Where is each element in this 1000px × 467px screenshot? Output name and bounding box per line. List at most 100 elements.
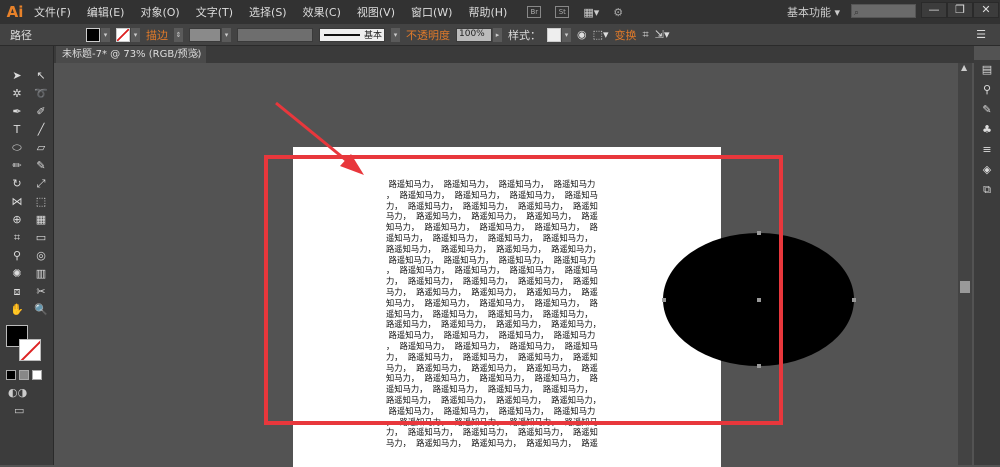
color-guide-icon[interactable]: ⚲ [974, 80, 1000, 100]
screen-mode-icon[interactable]: ▭ [14, 404, 24, 417]
panel-menu-icon[interactable]: ☰ [976, 28, 986, 41]
curvature-tool-icon[interactable]: ✐ [30, 104, 52, 120]
draw-mode-icon[interactable]: ◐◑ [8, 386, 27, 399]
shape-builder-tool-icon[interactable]: ⊕ [6, 212, 28, 228]
stroke-color-box[interactable] [19, 339, 41, 361]
arrange-documents-icon[interactable]: ▦▾ [583, 6, 599, 19]
gpu-performance-icon[interactable]: ⚙ [613, 6, 623, 19]
symbols-icon[interactable]: ♣ [974, 120, 1000, 140]
graph-tool-icon[interactable]: ▥ [30, 266, 52, 282]
brush-definition[interactable]: 基本 [319, 27, 385, 42]
color-panel-icon[interactable]: ▤ [974, 60, 1000, 80]
recolor-artwork-icon[interactable]: ◉ [577, 28, 587, 41]
stock-icon[interactable]: St [555, 5, 570, 18]
menu-item[interactable]: 文字(T) [196, 4, 233, 20]
scale-tool-icon[interactable]: ⤢ [30, 176, 52, 192]
options-icon[interactable]: ⇲▾ [655, 28, 670, 41]
type-tool-icon[interactable]: T [6, 122, 28, 138]
menu-item[interactable]: 对象(O) [140, 4, 179, 20]
anchor-point[interactable] [852, 298, 856, 302]
brush-dropdown[interactable]: ▾ [391, 27, 400, 42]
pencil-tool-icon[interactable]: ✎ [30, 158, 52, 174]
rotate-tool-icon[interactable]: ↻ [6, 176, 28, 192]
scroll-thumb[interactable] [960, 281, 970, 293]
opacity-expand[interactable]: ▸ [493, 27, 502, 42]
artboards-icon[interactable]: ⧉ [974, 180, 1000, 200]
align-icon[interactable]: ⬚▾ [593, 28, 609, 41]
transform-label[interactable]: 变换 [615, 27, 637, 43]
brush-style-label: 基本 [364, 31, 383, 41]
variable-width-profile[interactable] [237, 27, 313, 42]
search-icon: ⌕ [854, 8, 860, 18]
direct-selection-tool-icon[interactable]: ↖ [30, 68, 52, 84]
gradient-tool-icon[interactable]: ▭ [30, 230, 52, 246]
menu-bar: Ai 文件(F) 编辑(E) 对象(O) 文字(T) 选择(S) 效果(C) 视图(V) 窗口… [0, 0, 1000, 24]
minimize-button[interactable]: — [921, 2, 947, 18]
menu-item[interactable]: 编辑(E) [87, 4, 125, 20]
gradient-mode-icon[interactable] [19, 370, 29, 380]
layers-icon[interactable]: ◈ [974, 160, 1000, 180]
magic-wand-tool-icon[interactable]: ✲ [6, 86, 28, 102]
vertical-scrollbar[interactable]: ▲ [958, 63, 972, 465]
brushes-icon[interactable]: ✎ [974, 100, 1000, 120]
stroke-swatch[interactable] [116, 27, 130, 42]
document-tab-bar: 未标题-7* @ 73% (RGB/预览) × [54, 46, 974, 63]
highlight-rectangle [264, 155, 783, 425]
lasso-tool-icon[interactable]: ➰ [30, 86, 52, 102]
stroke-weight-input[interactable] [189, 27, 221, 42]
close-tab-icon[interactable]: × [192, 46, 200, 63]
stroke-weight-dropdown[interactable]: ▾ [222, 27, 231, 42]
main-menu: 文件(F) 编辑(E) 对象(O) 文字(T) 选择(S) 效果(C) 视图(V) 窗口(W)… [34, 4, 507, 20]
color-mode-icon[interactable] [6, 370, 16, 380]
style-dropdown[interactable]: ▾ [562, 27, 571, 42]
menu-item[interactable]: 选择(S) [249, 4, 287, 20]
restore-button[interactable]: ❐ [947, 2, 973, 18]
fill-dropdown[interactable]: ▾ [101, 27, 110, 42]
document-tab[interactable]: 未标题-7* @ 73% (RGB/预览) × [56, 46, 206, 63]
workspace-switcher[interactable]: 基本功能 ▾ [787, 4, 840, 20]
document-tab-title: 未标题-7* @ 73% (RGB/预览) [62, 49, 202, 60]
stroke-dropdown[interactable]: ▾ [131, 27, 140, 42]
control-bar: 路径 ▾ ▾ 描边 ⇕ ▾ 基本 ▾ 不透明度 100% ▸ 样式： ▾ ◉ ⬚▾ … [0, 24, 1000, 46]
zoom-tool-icon[interactable]: 🔍 [30, 302, 52, 318]
menu-item[interactable]: 窗口(W) [411, 4, 452, 20]
slice-tool-icon[interactable]: ✂ [30, 284, 52, 300]
free-transform-tool-icon[interactable]: ⬚ [30, 194, 52, 210]
eyedropper-tool-icon[interactable]: ⚲ [6, 248, 28, 264]
fill-swatch[interactable] [86, 27, 100, 42]
menu-item[interactable]: 视图(V) [357, 4, 395, 20]
menu-item[interactable]: 效果(C) [303, 4, 341, 20]
eraser-tool-icon[interactable]: ▱ [30, 140, 52, 156]
workspace-label: 基本功能 [787, 6, 831, 19]
stroke-panel-icon[interactable]: ≡ [974, 140, 1000, 160]
opacity-input[interactable]: 100% [456, 27, 492, 42]
stroke-label[interactable]: 描边 [146, 27, 168, 43]
width-tool-icon[interactable]: ⋈ [6, 194, 28, 210]
scroll-up-icon[interactable]: ▲ [961, 63, 967, 72]
opacity-label[interactable]: 不透明度 [406, 27, 450, 43]
stroke-weight-stepper[interactable]: ⇕ [174, 27, 183, 42]
symbol-sprayer-tool-icon[interactable]: ✺ [6, 266, 28, 282]
style-label: 样式： [508, 28, 541, 42]
graphic-style-swatch[interactable] [547, 27, 561, 42]
menu-item[interactable]: 文件(F) [34, 4, 71, 20]
line-tool-icon[interactable]: ╱ [30, 122, 52, 138]
selection-tool-icon[interactable]: ➤ [6, 68, 28, 84]
none-mode-icon[interactable] [32, 370, 42, 380]
close-button[interactable]: ✕ [973, 2, 999, 18]
bridge-icon[interactable]: Br [527, 5, 542, 18]
hand-tool-icon[interactable]: ✋ [6, 302, 28, 318]
artboard-tool-icon[interactable]: ⧈ [6, 284, 28, 300]
search-input[interactable]: ⌕ [851, 4, 916, 18]
text-line: 力， 路遥知马力， 路遥知马力， 路遥知马力， 路遥知 [386, 427, 598, 438]
pen-tool-icon[interactable]: ✒ [6, 104, 28, 120]
right-panel-dock: ▤ ⚲ ✎ ♣ ≡ ◈ ⧉ [974, 60, 1000, 465]
isolate-icon[interactable]: ⌗ [643, 28, 649, 42]
blend-tool-icon[interactable]: ◎ [30, 248, 52, 264]
perspective-grid-tool-icon[interactable]: ▦ [30, 212, 52, 228]
paintbrush-tool-icon[interactable]: ✏ [6, 158, 28, 174]
mesh-tool-icon[interactable]: ⌗ [6, 230, 28, 246]
menu-item[interactable]: 帮助(H) [468, 4, 507, 20]
text-line: 马力， 路遥知马力， 路遥知马力， 路遥知马力， 路遥 [386, 438, 598, 449]
ellipse-tool-icon[interactable]: ⬭ [6, 140, 28, 156]
